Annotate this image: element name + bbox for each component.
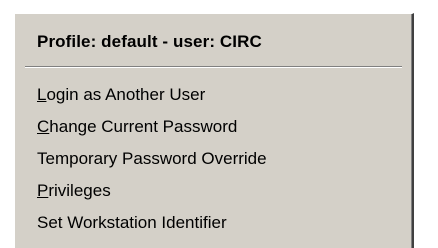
mnemonic-letter: C [37, 117, 50, 136]
menu-items-list: Login as Another User Change Current Pas… [33, 79, 271, 239]
menu-item-temporary-password-override[interactable]: Temporary Password Override [33, 143, 271, 175]
menu-item-label: Set Workstation Identifier [37, 213, 227, 232]
menu-separator [25, 66, 402, 68]
menu-item-label: Temporary Password Override [37, 149, 267, 168]
menu-item-login-as-another-user[interactable]: Login as Another User [33, 79, 271, 111]
menu-item-label: ogin as Another User [46, 85, 206, 104]
menu-item-set-workstation-identifier[interactable]: Set Workstation Identifier [33, 207, 271, 239]
mnemonic-letter: P [37, 181, 49, 200]
context-menu: Profile: default - user: CIRC Login as A… [14, 13, 414, 248]
menu-item-change-current-password[interactable]: Change Current Password [33, 111, 271, 143]
menu-header-profile: Profile: default - user: CIRC [37, 32, 262, 51]
menu-item-label: rivileges [48, 181, 111, 200]
menu-item-privileges[interactable]: Privileges [33, 175, 271, 207]
menu-item-label: hange Current Password [49, 117, 238, 136]
